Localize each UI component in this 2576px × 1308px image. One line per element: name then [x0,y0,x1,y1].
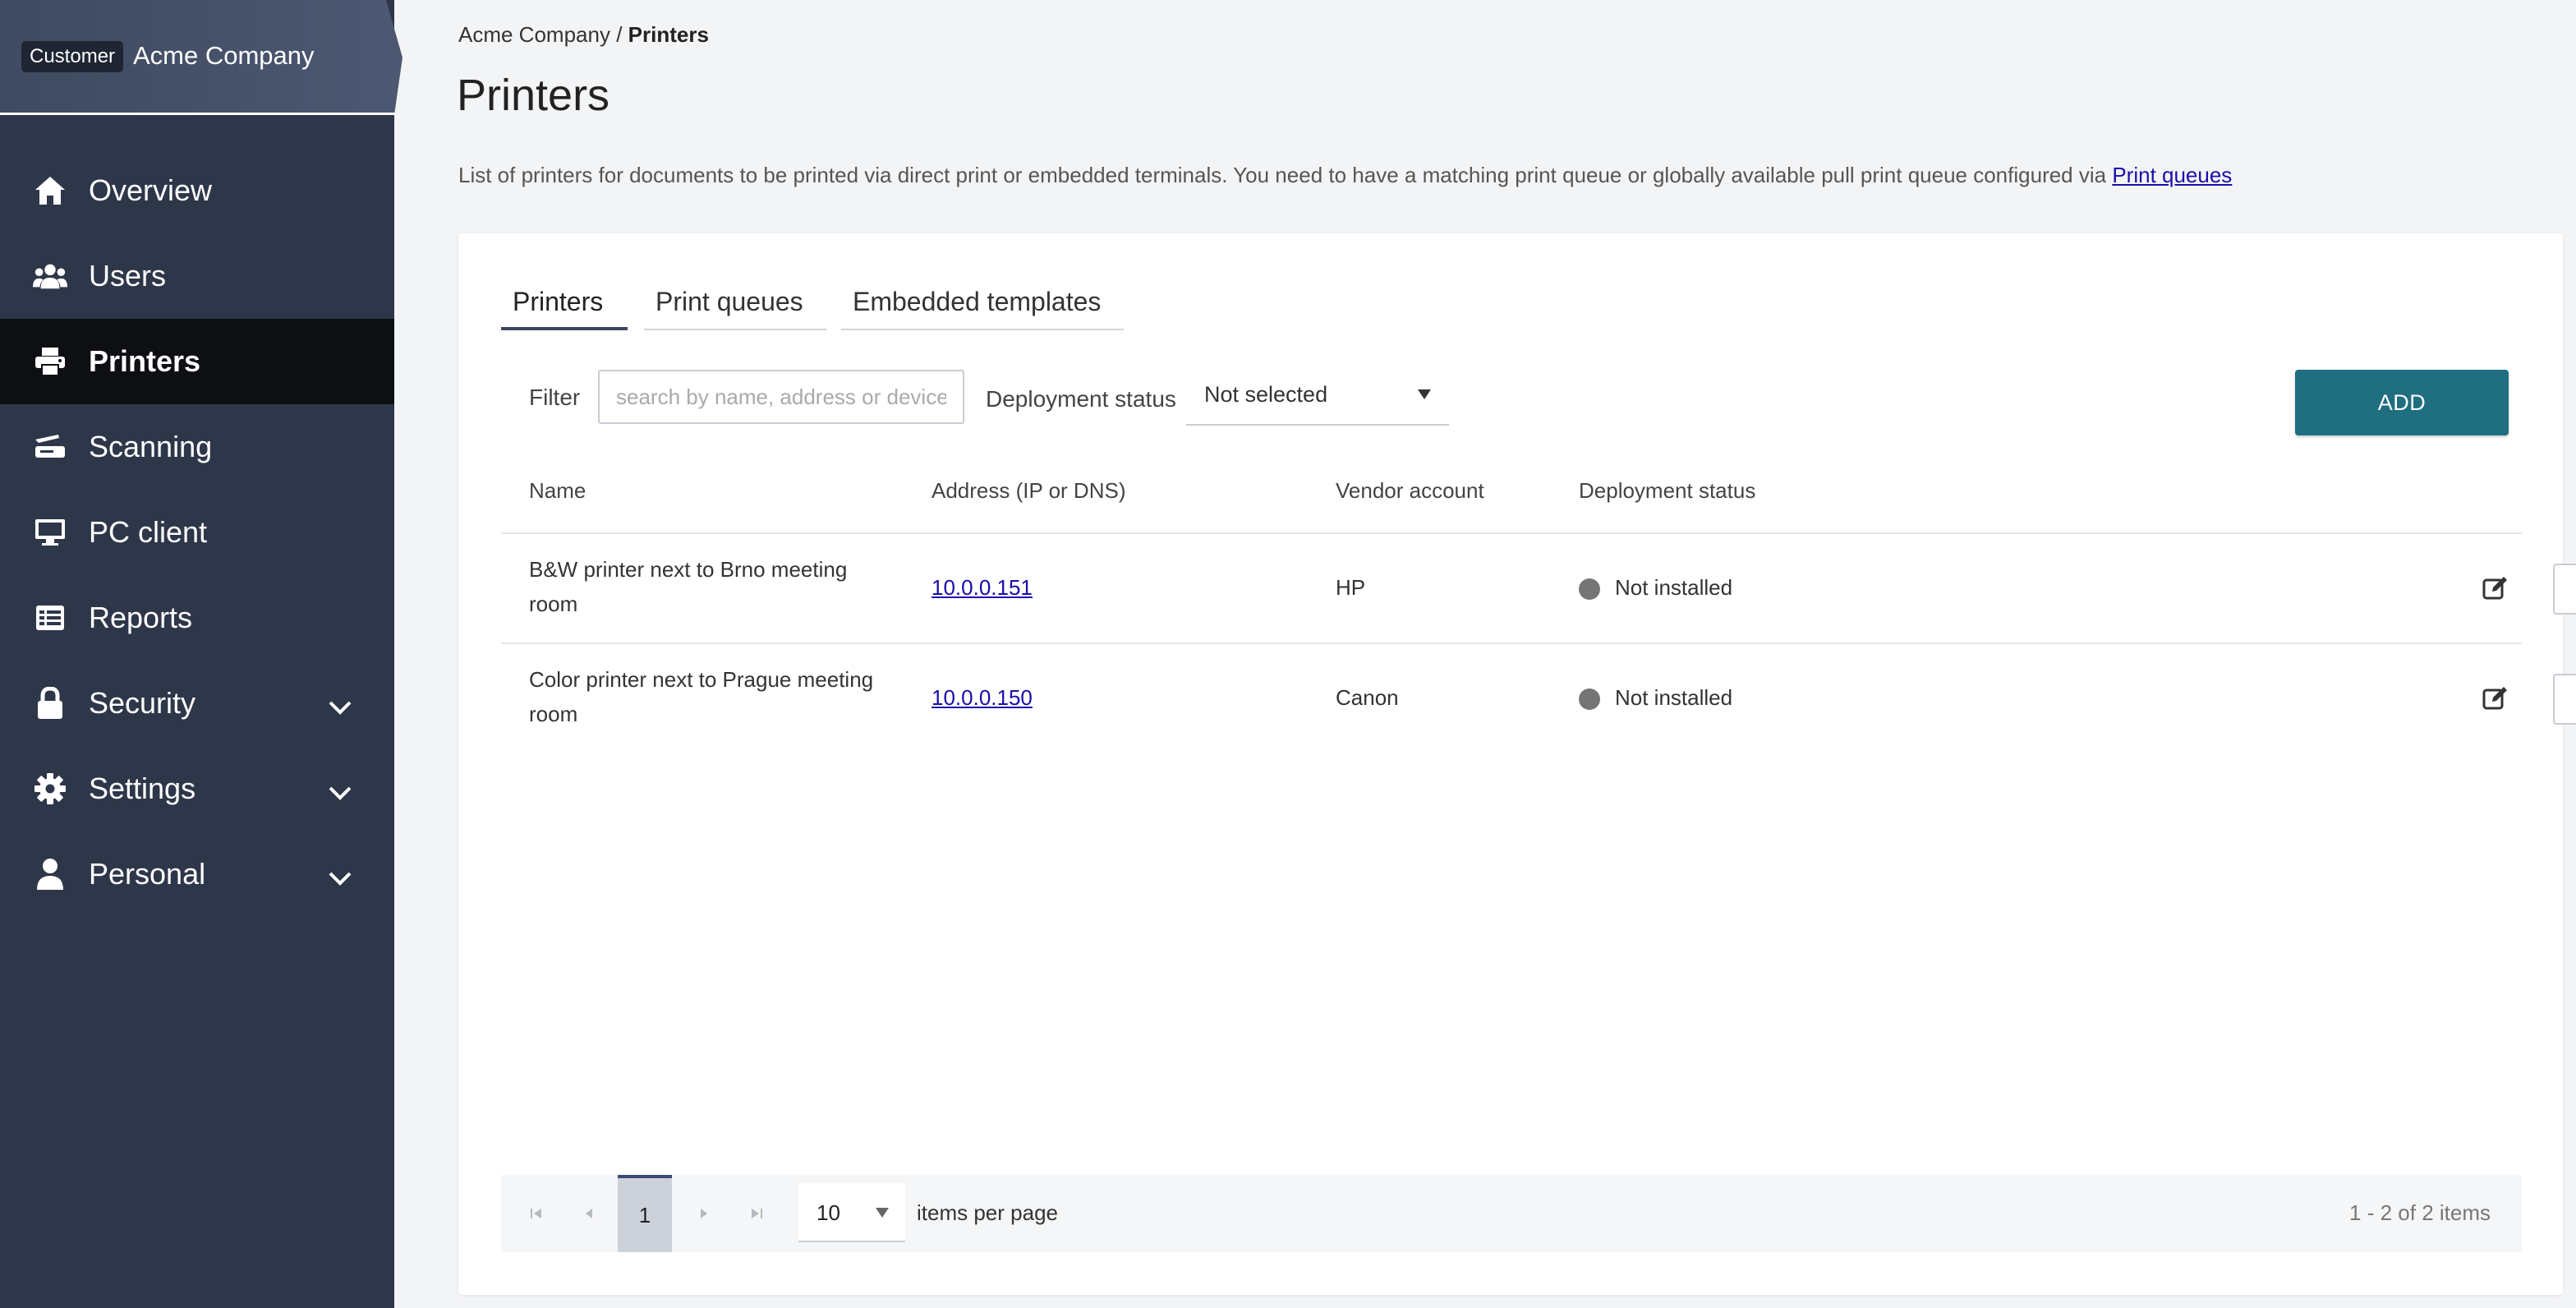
description-text: List of printers for documents to be pri… [458,163,2113,187]
breadcrumb-separator: / [610,22,628,47]
column-header-vendor[interactable]: Vendor account [1336,477,1484,504]
sidebar-item-overview[interactable]: Overview [0,148,394,233]
company-header[interactable]: Customer Acme Company [0,0,402,115]
items-summary: 1 - 2 of 2 items [2349,1200,2491,1225]
sidebar-item-label: Printers [89,344,201,378]
users-icon [33,260,67,292]
filter-label: Filter [529,385,581,410]
home-icon [33,174,67,207]
column-header-name[interactable]: Name [529,477,586,504]
company-name: Acme Company [133,41,315,70]
breadcrumb-current: Printers [628,22,709,47]
deployment-status: Not installed [1615,575,1733,600]
items-per-page-label: items per page [917,1200,1058,1225]
first-page-icon[interactable] [514,1175,559,1252]
printer-name: Color printer next to Prague meeting roo… [529,667,874,726]
caret-down-icon [1418,389,1431,399]
page-1-button[interactable]: 1 [618,1175,672,1252]
sidebar-item-pc-client[interactable]: PC client [0,490,394,575]
status-dot-icon [1579,578,1600,600]
page-size-value: 10 [816,1200,840,1225]
gear-icon [33,772,67,805]
tab-print-queues[interactable]: Print queues [644,283,826,330]
tab-printers[interactable]: Printers [501,283,628,330]
column-header-deployment-status[interactable]: Deployment status [1579,477,1755,504]
printers-card: Printers Print queues Embedded templates… [458,233,2576,1295]
search-input[interactable] [598,370,964,424]
deployment-status-select[interactable]: Not selected [1186,363,1449,426]
next-page-icon[interactable] [682,1175,726,1252]
chevron-down-icon[interactable] [325,777,355,800]
printer-address-link[interactable]: 10.0.0.150 [932,685,1033,710]
last-page-icon[interactable] [734,1175,779,1252]
person-icon [33,858,67,891]
monitor-icon [33,516,67,549]
more-actions-button[interactable]: ... [2553,674,2576,725]
chevron-down-icon[interactable] [325,863,355,886]
scanner-icon [33,431,67,463]
printer-address: 10.0.0.150 [932,680,1033,715]
reports-icon [33,601,67,634]
breadcrumb-parent[interactable]: Acme Company [458,22,610,47]
page-description: List of printers for documents to be pri… [458,161,2232,189]
sidebar-item-label: Overview [89,173,213,207]
sidebar: Customer Acme Company Overview Users Pri… [0,0,402,1308]
deployment-status: Not installed [1615,685,1733,710]
sidebar-item-reports[interactable]: Reports [0,575,394,661]
page-size-select[interactable]: 10 [798,1183,905,1242]
lock-icon [33,687,67,720]
sidebar-item-printers[interactable]: Printers [0,319,394,404]
printer-address-link[interactable]: 10.0.0.151 [932,575,1033,600]
table-row: Color printer next to Prague meeting roo… [501,642,2576,753]
more-actions-button[interactable]: ... [2553,564,2576,615]
sidebar-item-users[interactable]: Users [0,233,394,319]
sidebar-item-label: Personal [89,857,206,891]
status-dot-icon [1579,689,1600,710]
vendor-account: Canon [1336,685,1399,710]
caret-down-icon [876,1208,889,1218]
column-header-address[interactable]: Address (IP or DNS) [932,477,1125,504]
page-title: Printers [457,71,610,120]
edit-icon[interactable] [2479,682,2512,715]
sidebar-item-label: Users [89,259,167,292]
sidebar-item-label: Reports [89,601,193,634]
sidebar-item-label: Scanning [89,430,213,463]
chevron-down-icon[interactable] [325,692,355,715]
pager: 1 10 items per page 1 - 2 of 2 items [501,1175,2522,1252]
print-queues-link[interactable]: Print queues [2112,163,2232,187]
sidebar-item-security[interactable]: Security [0,661,394,746]
sidebar-item-label: Settings [89,771,196,805]
table-row: B&W printer next to Brno meeting room 10… [501,532,2576,642]
deployment-status-label: Deployment status [986,386,1176,412]
sidebar-item-personal[interactable]: Personal [0,831,394,917]
tab-embedded-templates[interactable]: Embedded templates [841,283,1124,330]
add-printer-button[interactable]: ADD [2295,370,2509,435]
previous-page-icon[interactable] [567,1175,611,1252]
printer-icon [33,345,67,378]
vendor-account: HP [1336,575,1366,600]
sidebar-item-label: PC client [89,515,208,549]
printer-address: 10.0.0.151 [932,570,1033,605]
printer-name: B&W printer next to Brno meeting room [529,557,848,616]
deployment-status-value: Not selected [1204,382,1328,407]
sidebar-item-label: Security [89,686,196,720]
customer-badge: Customer [21,41,124,72]
edit-icon[interactable] [2479,572,2512,605]
sidebar-item-settings[interactable]: Settings [0,746,394,831]
sidebar-item-scanning[interactable]: Scanning [0,404,394,490]
breadcrumb: Acme Company / Printers [458,21,709,48]
